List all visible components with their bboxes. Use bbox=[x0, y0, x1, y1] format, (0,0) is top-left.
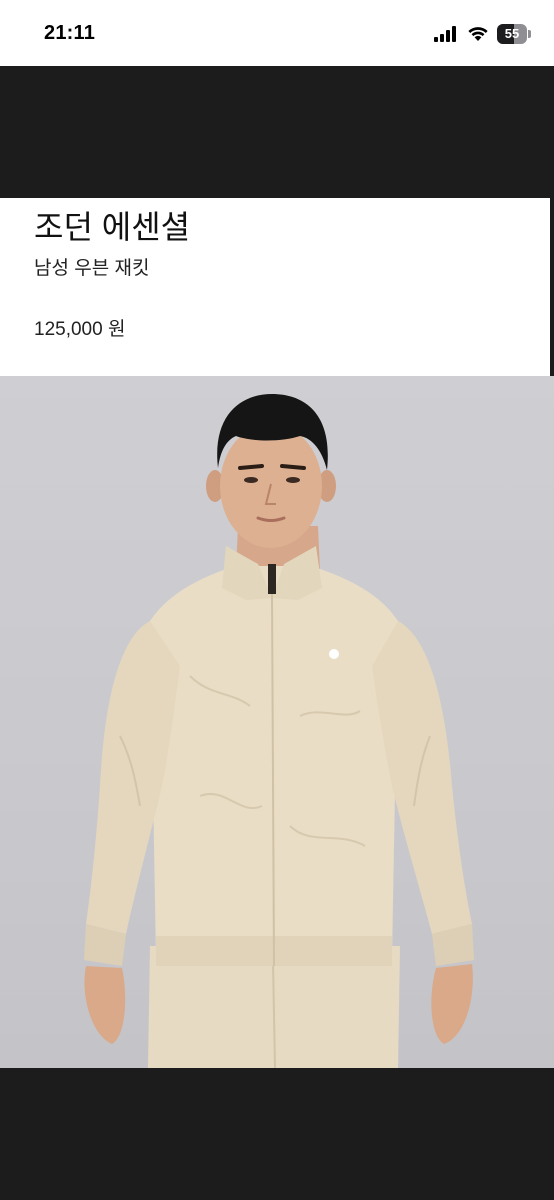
left-hand bbox=[84, 966, 126, 1044]
product-photo[interactable] bbox=[0, 376, 554, 1068]
product-photo-illustration bbox=[84, 394, 474, 1068]
product-info: 조던 에센셜 남성 우븐 재킷 125,000 원 bbox=[0, 198, 554, 376]
battery-body: 55 bbox=[497, 24, 527, 44]
product-price: 125,000 원 bbox=[34, 319, 126, 340]
right-hand bbox=[431, 964, 473, 1044]
battery-cap bbox=[528, 30, 531, 38]
battery-icon: 55 bbox=[497, 24, 531, 44]
battery-level: 55 bbox=[504, 26, 520, 41]
status-time: 21:11 bbox=[44, 22, 96, 44]
top-dark-band bbox=[0, 66, 554, 198]
bottom-dark-band bbox=[0, 1068, 554, 1200]
cellular-signal-icon bbox=[434, 26, 456, 42]
product-subtitle: 남성 우븐 재킷 bbox=[34, 258, 150, 279]
product-title: 조던 에센셜 bbox=[34, 209, 191, 245]
jumpman-logo-icon bbox=[329, 649, 339, 659]
status-bar: 21:11 55 bbox=[0, 0, 554, 66]
wifi-icon bbox=[468, 27, 488, 41]
